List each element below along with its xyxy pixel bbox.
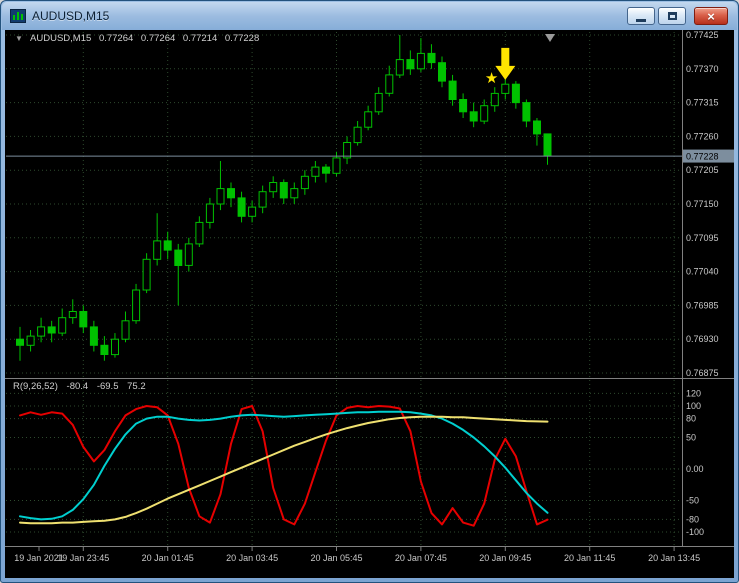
indicator-line-medium bbox=[19, 410, 549, 521]
candle-body bbox=[385, 74, 394, 94]
candle-body bbox=[26, 335, 35, 346]
candle-body bbox=[248, 206, 257, 217]
maximize-button[interactable] bbox=[658, 7, 686, 25]
ohlc-close-value: 0.77228 bbox=[224, 33, 260, 44]
close-button[interactable]: × bbox=[694, 7, 728, 25]
chart-shift-marker[interactable] bbox=[545, 34, 555, 42]
candle-body bbox=[395, 59, 404, 76]
candle-body bbox=[543, 133, 552, 157]
candle-body bbox=[237, 197, 246, 217]
candle-body bbox=[205, 203, 214, 223]
close-icon: × bbox=[707, 8, 715, 24]
candle-body bbox=[427, 52, 436, 64]
candle-body bbox=[89, 326, 98, 346]
title-bar[interactable]: AUDUSD,M15 × bbox=[2, 2, 737, 30]
candle-body bbox=[227, 188, 235, 199]
candle-body bbox=[68, 311, 77, 319]
candle-body bbox=[79, 311, 88, 328]
candle-body bbox=[142, 258, 151, 291]
candle-body bbox=[522, 102, 531, 122]
mt4-chart-window: AUDUSD,M15 × 0.77228 0.77425 0.77370 0.7731… bbox=[0, 0, 739, 583]
candle-body bbox=[311, 166, 320, 177]
indicator-value-2: -69.5 bbox=[96, 381, 119, 392]
minimize-button[interactable] bbox=[627, 7, 655, 25]
chart-symbol-label: AUDUSD,M15 bbox=[30, 33, 92, 44]
candle-body bbox=[480, 105, 489, 122]
candle-body bbox=[511, 83, 520, 104]
indicator-name-label: R(9,26,52) bbox=[13, 381, 58, 392]
minimize-icon bbox=[636, 18, 646, 22]
candle-body bbox=[153, 240, 162, 260]
star-object[interactable]: ★ bbox=[485, 70, 498, 87]
chart-client-area[interactable]: 0.77228 0.77425 0.77370 0.77315 0.77260 0.772… bbox=[5, 30, 734, 578]
candle-body bbox=[406, 59, 415, 70]
candle-body bbox=[184, 243, 193, 266]
candle-body bbox=[533, 120, 541, 135]
candle-body bbox=[216, 188, 225, 205]
candle-body bbox=[47, 326, 56, 334]
candle-body bbox=[37, 326, 46, 337]
candle-body bbox=[459, 99, 468, 113]
window-controls: × bbox=[624, 7, 728, 25]
indicator-value-1: -80.4 bbox=[66, 381, 89, 392]
screen: AUDUSD,M15 × 0.77228 0.77425 0.77370 0.7731… bbox=[0, 0, 739, 583]
candle-body bbox=[258, 191, 267, 208]
ohlc-low-value: 0.77214 bbox=[182, 33, 218, 44]
candle-body bbox=[300, 175, 309, 190]
chart-canvas[interactable]: 0.772280.774250.773700.773150.772600.772… bbox=[5, 30, 734, 578]
time-axis[interactable] bbox=[5, 547, 734, 578]
candle-body bbox=[438, 62, 446, 82]
candle-body bbox=[364, 111, 373, 128]
candle-body bbox=[100, 344, 109, 355]
candle-body bbox=[332, 157, 341, 174]
indicator-line-fast bbox=[19, 405, 549, 527]
one-click-expander-icon[interactable]: ▼ bbox=[15, 34, 23, 43]
candle-body bbox=[416, 52, 425, 70]
candle-body bbox=[448, 80, 457, 100]
window-title: AUDUSD,M15 bbox=[32, 9, 110, 23]
candle-body bbox=[174, 249, 183, 267]
price-axis[interactable] bbox=[682, 30, 734, 546]
chart-ohlc-header: ▼ AUDUSD,M15 0.77264 0.77264 0.77214 0.7… bbox=[15, 33, 264, 44]
candle-body bbox=[290, 188, 299, 199]
maximize-icon bbox=[667, 12, 677, 20]
candle-body bbox=[490, 92, 499, 107]
candle-body bbox=[16, 338, 24, 346]
candle-body bbox=[279, 182, 288, 199]
ohlc-high-value: 0.77264 bbox=[140, 33, 176, 44]
candle-body bbox=[121, 320, 130, 340]
candle-body bbox=[469, 111, 478, 122]
chart-window-icon bbox=[10, 8, 26, 24]
indicator-value-3: 75.2 bbox=[127, 381, 146, 392]
candle-body bbox=[111, 338, 119, 356]
ohlc-open-value: 0.77264 bbox=[98, 33, 134, 44]
indicator-header: R(9,26,52) -80.4 -69.5 75.2 bbox=[13, 381, 152, 392]
candle-body bbox=[58, 317, 67, 334]
candle-body bbox=[269, 182, 278, 193]
candle-body bbox=[374, 92, 383, 113]
candle-body bbox=[322, 166, 330, 174]
candle-body bbox=[163, 240, 172, 251]
candle-body bbox=[353, 126, 362, 144]
candle-body bbox=[132, 289, 141, 322]
candle-body bbox=[501, 83, 510, 94]
candle-body bbox=[195, 221, 204, 245]
